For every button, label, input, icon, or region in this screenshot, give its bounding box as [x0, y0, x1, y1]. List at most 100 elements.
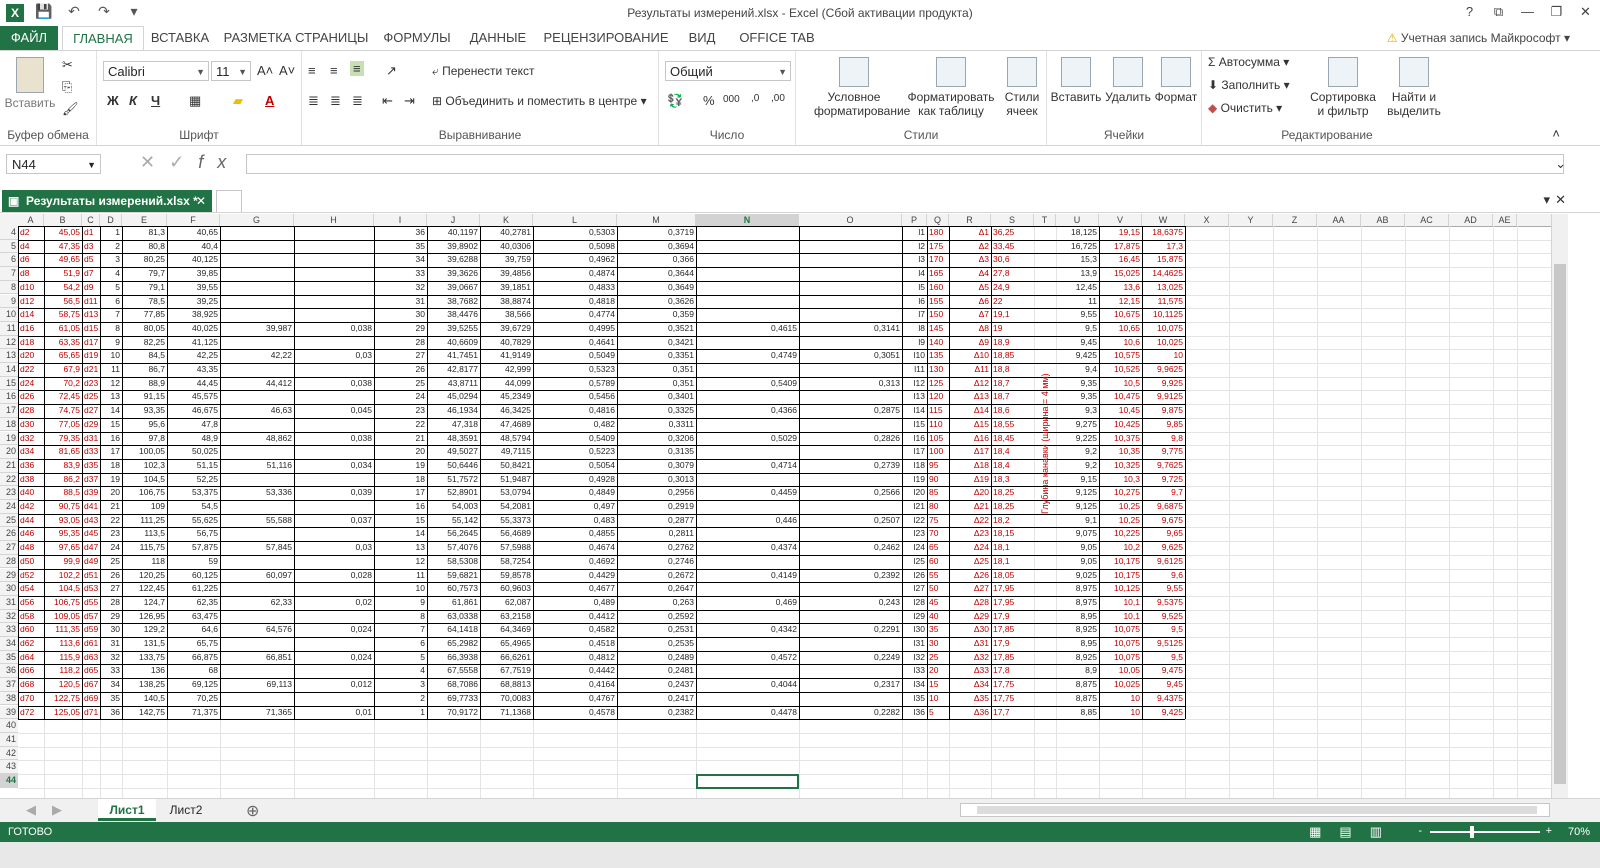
cell-f24[interactable]: 54,5: [167, 500, 220, 514]
merge-center-button[interactable]: ⊞ Объединить и поместить в центре ▾: [432, 94, 647, 108]
cell-v20[interactable]: 10,35: [1099, 445, 1142, 459]
cell-j9[interactable]: 38,7682: [427, 295, 480, 309]
accounting-format-icon[interactable]: 💱: [667, 93, 683, 109]
cell-f30[interactable]: 61,225: [167, 582, 220, 596]
cell-g17[interactable]: 46,63: [220, 404, 294, 418]
cell-m31[interactable]: 0,263: [617, 596, 696, 610]
cell-c34[interactable]: d61: [82, 637, 100, 651]
enter-icon[interactable]: ✓: [169, 152, 198, 172]
cell-q8[interactable]: 160: [927, 281, 949, 295]
cell-r11[interactable]: Δ8: [949, 322, 991, 336]
cell-j16[interactable]: 45,0294: [427, 390, 480, 404]
tab-data[interactable]: ДАННЫЕ: [464, 26, 532, 50]
cell-w24[interactable]: 9,6875: [1142, 500, 1185, 514]
cell-v38[interactable]: 10: [1099, 692, 1142, 706]
row-header-14[interactable]: 14: [0, 363, 18, 377]
cell-v5[interactable]: 17,875: [1099, 240, 1142, 254]
cell-l39[interactable]: 0,4578: [533, 706, 617, 720]
cell-k6[interactable]: 39,759: [480, 253, 533, 267]
cell-i29[interactable]: 11: [374, 569, 427, 583]
cell-w30[interactable]: 9,55: [1142, 582, 1185, 596]
cell-s12[interactable]: 18,9: [991, 336, 1034, 350]
cell-k33[interactable]: 64,3469: [480, 623, 533, 637]
normal-view-icon[interactable]: ▦: [1309, 824, 1339, 839]
cell-u19[interactable]: 9,225: [1056, 432, 1099, 446]
clear-button[interactable]: ◆ Очистить ▾: [1208, 101, 1282, 115]
orientation-icon[interactable]: ↗: [386, 63, 397, 79]
cell-v24[interactable]: 10,25: [1099, 500, 1142, 514]
cell-e19[interactable]: 97,8: [122, 432, 167, 446]
cell-l32[interactable]: 0,4412: [533, 610, 617, 624]
cell-s25[interactable]: 18,2: [991, 514, 1034, 528]
cell-q12[interactable]: 140: [927, 336, 949, 350]
cell-e11[interactable]: 80,05: [122, 322, 167, 336]
cell-k26[interactable]: 56,4689: [480, 527, 533, 541]
cell-d18[interactable]: 15: [100, 418, 122, 432]
cell-u21[interactable]: 9,2: [1056, 459, 1099, 473]
cell-u35[interactable]: 8,925: [1056, 651, 1099, 665]
row-header-21[interactable]: 21: [0, 458, 18, 473]
cell-a32[interactable]: d58: [18, 610, 44, 624]
row-header-35[interactable]: 35: [0, 650, 18, 665]
cell-b39[interactable]: 125,05: [44, 706, 82, 720]
cell-b20[interactable]: 81,65: [44, 445, 82, 459]
cell-i15[interactable]: 25: [374, 377, 427, 391]
cell-u32[interactable]: 8,95: [1056, 610, 1099, 624]
cell-v29[interactable]: 10,175: [1099, 569, 1142, 583]
cell-m12[interactable]: 0,3421: [617, 336, 696, 350]
cell-q17[interactable]: 115: [927, 404, 949, 418]
cell-l21[interactable]: 0,5054: [533, 459, 617, 473]
cell-a24[interactable]: d42: [18, 500, 44, 514]
cell-e31[interactable]: 124,7: [122, 596, 167, 610]
cell-p32[interactable]: l29: [902, 610, 927, 624]
close-button[interactable]: ✕: [1571, 0, 1600, 24]
cell-s8[interactable]: 24,9: [991, 281, 1034, 295]
cell-p4[interactable]: l1: [902, 226, 927, 240]
cell-v37[interactable]: 10,025: [1099, 678, 1142, 692]
cell-u11[interactable]: 9,5: [1056, 322, 1099, 336]
cell-b25[interactable]: 93,05: [44, 514, 82, 528]
cell-s27[interactable]: 18,1: [991, 541, 1034, 555]
cell-w9[interactable]: 11,575: [1142, 295, 1185, 309]
cell-q14[interactable]: 130: [927, 363, 949, 377]
cell-m10[interactable]: 0,359: [617, 308, 696, 322]
column-header-r[interactable]: R: [949, 214, 991, 226]
cell-i38[interactable]: 2: [374, 692, 427, 706]
row-header-13[interactable]: 13: [0, 349, 18, 363]
cell-p24[interactable]: l21: [902, 500, 927, 514]
insert-cells-button[interactable]: Вставить: [1049, 57, 1103, 104]
cell-f39[interactable]: 71,375: [167, 706, 220, 720]
cell-j22[interactable]: 51,7572: [427, 473, 480, 487]
cell-k15[interactable]: 44,099: [480, 377, 533, 391]
cell-q36[interactable]: 20: [927, 664, 949, 678]
cell-u26[interactable]: 9,075: [1056, 527, 1099, 541]
cell-a27[interactable]: d48: [18, 541, 44, 555]
cell-r33[interactable]: Δ30: [949, 623, 991, 637]
row-header-19[interactable]: 19: [0, 431, 18, 446]
cell-d7[interactable]: 4: [100, 267, 122, 281]
sheet-tab-1[interactable]: Лист1: [98, 799, 156, 821]
cell-k35[interactable]: 66,6261: [480, 651, 533, 665]
cell-f10[interactable]: 38,925: [167, 308, 220, 322]
cell-e13[interactable]: 84,5: [122, 349, 167, 363]
cell-c14[interactable]: d21: [82, 363, 100, 377]
cell-f4[interactable]: 40,65: [167, 226, 220, 240]
cell-b37[interactable]: 120,5: [44, 678, 82, 692]
cell-d15[interactable]: 12: [100, 377, 122, 391]
cell-i30[interactable]: 10: [374, 582, 427, 596]
cell-j26[interactable]: 56,2645: [427, 527, 480, 541]
cell-d33[interactable]: 30: [100, 623, 122, 637]
account-button[interactable]: ⚠ Учетная запись Майкрософт ▾: [1387, 31, 1570, 45]
cell-s16[interactable]: 18,7: [991, 390, 1034, 404]
cell-m29[interactable]: 0,2672: [617, 569, 696, 583]
cell-a22[interactable]: d38: [18, 473, 44, 487]
undo-icon[interactable]: ↶: [64, 3, 84, 20]
cell-r7[interactable]: Δ4: [949, 267, 991, 281]
cell-a26[interactable]: d46: [18, 527, 44, 541]
cell-i11[interactable]: 29: [374, 322, 427, 336]
cell-a8[interactable]: d10: [18, 281, 44, 295]
cell-d10[interactable]: 7: [100, 308, 122, 322]
cell-j17[interactable]: 46,1934: [427, 404, 480, 418]
cell-u25[interactable]: 9,1: [1056, 514, 1099, 528]
cell-i35[interactable]: 5: [374, 651, 427, 665]
